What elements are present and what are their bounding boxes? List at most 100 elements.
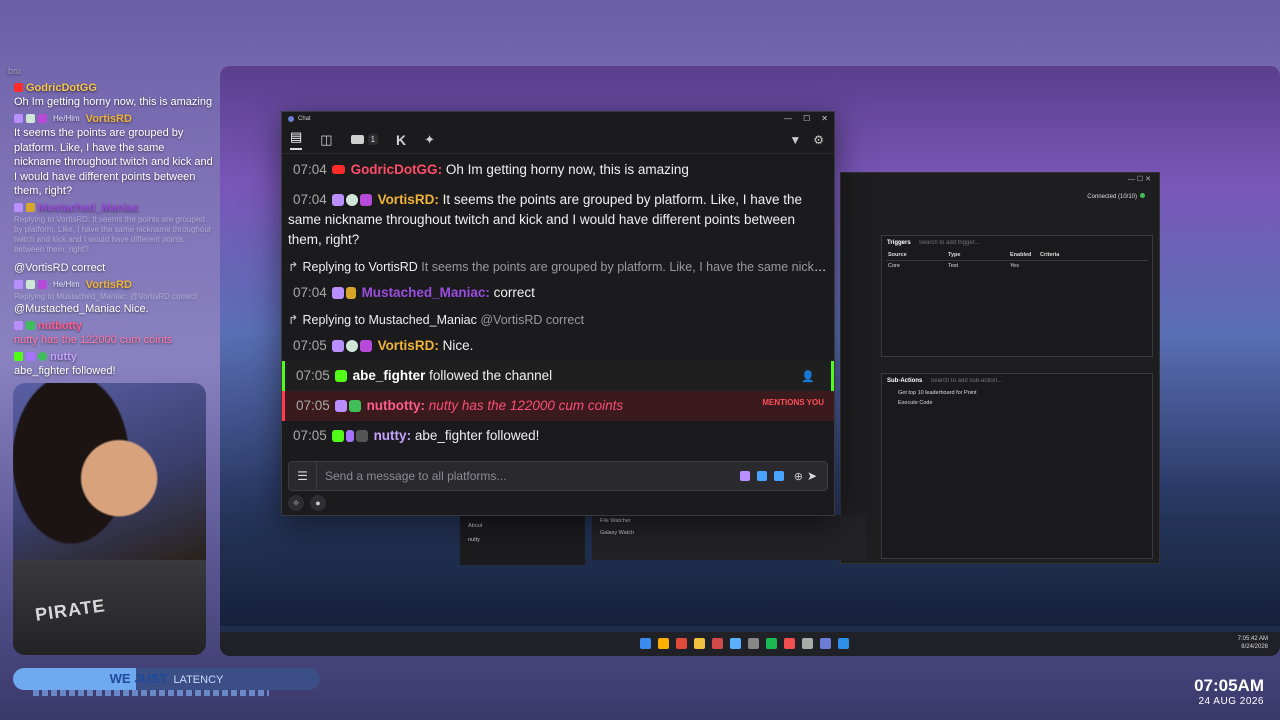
gear-icon[interactable]: ⚙ — [813, 133, 824, 147]
username[interactable]: nutty — [374, 428, 407, 443]
overlay-message: GodricDotGG Oh Im getting horny now, thi… — [8, 81, 213, 110]
window-controls: — ☐ ✕ — [784, 114, 828, 123]
connection-status[interactable]: Connected (10/10) — [1087, 193, 1145, 200]
globe-icon[interactable]: ⊕ — [794, 470, 803, 483]
chat-icon: ▤ — [290, 129, 303, 144]
username[interactable]: GodricDotGG — [351, 162, 438, 177]
timestamp: 07:05 — [293, 428, 327, 443]
target-platforms — [739, 471, 784, 481]
username[interactable]: nutbotty — [367, 398, 421, 413]
tab-all-chat[interactable]: ▤ — [290, 129, 303, 150]
minimize-icon[interactable]: — — [784, 114, 792, 123]
spotify-icon[interactable] — [766, 638, 777, 649]
app-icon[interactable] — [730, 638, 741, 649]
reply-label: Replying to Mustached_Maniac — [302, 313, 477, 327]
mention-tag: MENTIONS YOU — [762, 398, 824, 407]
browser-icon[interactable] — [658, 638, 669, 649]
speech-bubble-icon[interactable]: ● — [310, 495, 326, 511]
app-logo-icon — [288, 116, 294, 122]
filter-icon[interactable]: ▼ — [789, 133, 801, 147]
bgapp-titlebar-controls[interactable]: — ☐ ✕ — [841, 173, 1159, 187]
gift-icon — [359, 340, 372, 352]
chat-message: 07:05 VortisRD: Nice. — [282, 331, 834, 361]
youtube-count-badge: 1 — [367, 134, 379, 145]
follow-event: 07:05 abe_fighter followed the channel 👤 — [282, 361, 834, 391]
twitch-icon — [331, 287, 344, 299]
cell-enabled: Yes — [1010, 263, 1019, 269]
message-text: Oh Im getting horny now, this is amazing — [442, 162, 689, 177]
folder-icon[interactable] — [694, 638, 705, 649]
username[interactable]: VortisRD — [378, 192, 435, 207]
status-dot-icon — [1140, 193, 1145, 198]
list-item[interactable]: File Watcher — [592, 515, 867, 527]
timestamp: 07:04 — [293, 192, 327, 207]
kick-icon — [334, 370, 347, 382]
username[interactable]: VortisRD — [378, 338, 435, 353]
overlay-text: Oh Im getting horny now, this is amazing — [14, 96, 213, 108]
table-row[interactable]: Core Test Yes — [886, 261, 1148, 271]
message-text: nutty has the 122000 cum coints — [425, 398, 624, 413]
app-icon[interactable] — [802, 638, 813, 649]
tab-twitch[interactable]: ◫ — [320, 132, 332, 148]
timestamp: 07:04 — [293, 162, 327, 177]
stream-overlay-chat: bru GodricDotGG Oh Im getting horny now,… — [8, 64, 213, 379]
goal-bar-label: LATENCY — [173, 674, 224, 686]
overlay-username: nutbotty — [38, 319, 82, 332]
hat-icon — [26, 203, 35, 213]
column-criteria[interactable]: Criteria — [1040, 252, 1059, 258]
celebrate-icon[interactable]: ✧ — [288, 495, 304, 511]
kick-target-icon[interactable] — [773, 471, 784, 481]
list-item[interactable]: Galaxy Watch — [592, 527, 867, 539]
start-icon[interactable] — [640, 638, 651, 649]
chat-messages: 07:04 GodricDotGG: Oh Im getting horny n… — [282, 155, 834, 452]
app-icon[interactable] — [712, 638, 723, 649]
youtube-target-icon[interactable] — [756, 471, 767, 481]
message-input[interactable] — [317, 469, 740, 483]
list-item[interactable]: Get top 10 leaderboard for Point — [882, 388, 1152, 398]
app-icon[interactable] — [784, 638, 795, 649]
bgapp-list: File Watcher Galaxy Watch — [592, 515, 867, 560]
reply-context[interactable]: ↱ Replying to VortisRD It seems the point… — [282, 255, 834, 278]
message-text: correct — [489, 285, 535, 300]
message-text: abe_fighter followed! — [411, 428, 540, 443]
sidebar-item-profile[interactable]: nutty — [460, 533, 585, 547]
add-user-icon[interactable]: 👤 — [801, 367, 815, 387]
tab-youtube[interactable]: 1 — [350, 134, 379, 145]
chat-message: 07:05 nutty: abe_fighter followed! — [282, 421, 834, 451]
trigger-search-input[interactable] — [918, 240, 1099, 246]
hamburger-menu-icon[interactable]: ☰ — [289, 462, 317, 490]
shield-icon — [26, 114, 35, 124]
goal-dash-decoration — [33, 690, 269, 696]
sidebar-item-about[interactable]: About — [460, 519, 585, 533]
tray-time: 7:05:42 AM — [1237, 636, 1268, 642]
overlay-pronoun: He/Him — [53, 279, 80, 289]
overlay-username: GodricDotGG — [26, 81, 97, 94]
chrome-icon[interactable] — [676, 638, 687, 649]
system-tray[interactable]: 7:05:42 AM 8/24/2026 — [1238, 635, 1268, 651]
app-icon[interactable] — [820, 638, 831, 649]
twitch-target-icon[interactable] — [739, 471, 750, 481]
youtube-icon — [14, 83, 23, 93]
tab-ai[interactable]: ✦ — [424, 132, 435, 148]
vscode-icon[interactable] — [838, 638, 849, 649]
close-icon[interactable]: ✕ — [821, 114, 828, 123]
send-icon[interactable]: ➤ — [807, 469, 817, 483]
column-type[interactable]: Type — [948, 252, 1010, 258]
reply-context[interactable]: ↱ Replying to Mustached_Maniac @VortisRD … — [282, 308, 834, 331]
username[interactable]: abe_fighter — [353, 368, 426, 383]
webcam-feed: PIRATE — [13, 383, 206, 655]
list-item[interactable]: Execute Code — [882, 398, 1152, 408]
column-enabled[interactable]: Enabled — [1010, 252, 1040, 258]
goal-bar: WE JUST LATENCY — [13, 668, 320, 690]
subaction-search-input[interactable] — [930, 378, 1111, 384]
overlay-pronoun: He/Him — [53, 113, 80, 123]
timestamp: 07:05 — [296, 398, 330, 413]
app-icon[interactable] — [748, 638, 759, 649]
maximize-icon[interactable]: ☐ — [803, 114, 810, 123]
goal-bar-bold: WE JUST — [109, 671, 168, 686]
tab-kick[interactable]: K — [396, 132, 406, 148]
username[interactable]: Mustached_Maniac — [362, 285, 486, 300]
column-source[interactable]: Source — [888, 252, 948, 258]
kick-icon: K — [396, 131, 407, 148]
chat-message: 07:04 Mustached_Maniac: correct — [282, 278, 834, 308]
